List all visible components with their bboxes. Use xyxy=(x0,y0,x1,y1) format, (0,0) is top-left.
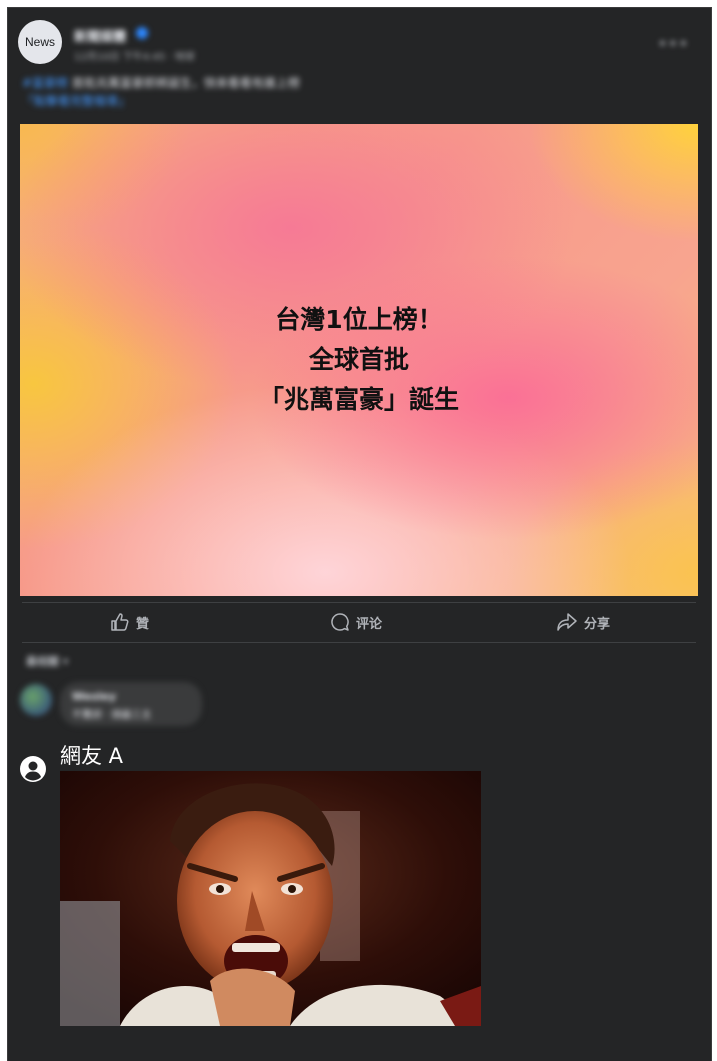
actions-top-divider xyxy=(22,602,696,603)
thumbs-up-icon xyxy=(111,613,129,631)
caption-text: 首批兆萬富豪即將誕生，快來看看有誰上榜 xyxy=(71,76,300,90)
headline-line-3: 「兆萬富豪」誕生 xyxy=(258,385,459,414)
page-avatar-label: News xyxy=(24,35,55,49)
caption-hashtag[interactable]: #富豪榜 xyxy=(22,76,68,90)
reaction-photo xyxy=(60,771,481,1026)
comment-text: 不驚訝 · 錢最三主 xyxy=(72,710,152,721)
post-timestamp[interactable]: 12月10日 下午4:45 · 地球 xyxy=(74,48,195,63)
post-header: News 新聞媒體 12月10日 下午4:45 · 地球 ••• #富豪榜 首批… xyxy=(8,8,711,124)
facebook-post: News 新聞媒體 12月10日 下午4:45 · 地球 ••• #富豪榜 首批… xyxy=(8,8,711,1061)
share-label: 分享 xyxy=(584,616,611,632)
comment-sort-selector[interactable]: 最相關 ▾ xyxy=(26,653,68,669)
page-avatar[interactable]: News xyxy=(18,20,62,64)
sort-label: 最相關 xyxy=(26,655,59,668)
comment-button[interactable]: 评论 xyxy=(330,605,382,639)
reaction-image[interactable] xyxy=(60,771,481,1026)
commenter-name-2[interactable]: 網友 A xyxy=(60,740,123,770)
like-label: 贊 xyxy=(136,616,150,632)
card-headline: 台灣﻿1位上榜！ 全球首批 「兆萬富豪」誕生 xyxy=(20,300,698,420)
like-button[interactable]: 贊 xyxy=(110,605,149,639)
commenter-name[interactable]: Wesley xyxy=(72,690,116,703)
page-name[interactable]: 新聞媒體 xyxy=(74,26,126,45)
more-options-icon[interactable]: ••• xyxy=(658,34,689,53)
post-actions-bar: 贊 评论 分享 xyxy=(22,605,696,639)
comment-label: 评论 xyxy=(356,616,383,632)
comment-bubble-icon xyxy=(331,613,349,631)
actions-bottom-divider xyxy=(22,642,696,643)
verified-badge-icon xyxy=(136,27,148,39)
chevron-down-icon: ▾ xyxy=(62,655,69,668)
headline-line-2: 全球首批 xyxy=(308,345,409,374)
caption-link[interactable]: 「點擊看完整報導」 xyxy=(22,94,130,108)
share-arrow-icon xyxy=(557,613,577,631)
commenter-avatar[interactable] xyxy=(20,684,52,716)
headline-line-1: 台灣﻿1位上榜！ xyxy=(275,305,443,334)
user-avatar-icon[interactable] xyxy=(20,756,46,782)
post-caption: #富豪榜 首批兆萬富豪即將誕生，快來看看有誰上榜 「點擊看完整報導」 xyxy=(22,74,682,110)
share-button[interactable]: 分享 xyxy=(556,605,610,639)
post-image-card[interactable]: 台灣﻿1位上榜！ 全球首批 「兆萬富豪」誕生 xyxy=(20,124,698,596)
comment-bubble: Wesley 不驚訝 · 錢最三主 xyxy=(60,682,202,726)
